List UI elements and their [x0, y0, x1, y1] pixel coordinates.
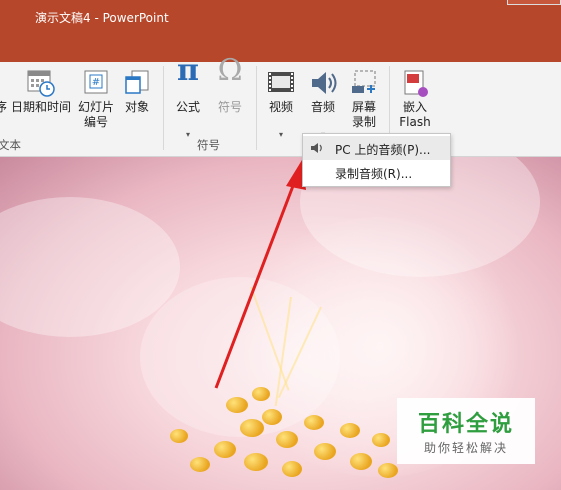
menu-item-record-audio[interactable]: 录制音频(R)... [303, 160, 450, 184]
menu-item-label: PC 上的音频(P)... [335, 143, 431, 157]
watermark-logo: 百科全说 助你轻松解决 [397, 398, 535, 464]
speaker-icon [310, 141, 324, 155]
menu-item-pc-audio[interactable]: PC 上的音频(P)... [303, 136, 450, 160]
menu-item-label: 录制音频(R)... [335, 167, 413, 181]
audio-dropdown-menu: PC 上的音频(P)... 录制音频(R)... [302, 133, 451, 187]
watermark-subtitle: 助你轻松解决 [423, 441, 508, 455]
watermark-title: 百科全说 [417, 412, 514, 437]
